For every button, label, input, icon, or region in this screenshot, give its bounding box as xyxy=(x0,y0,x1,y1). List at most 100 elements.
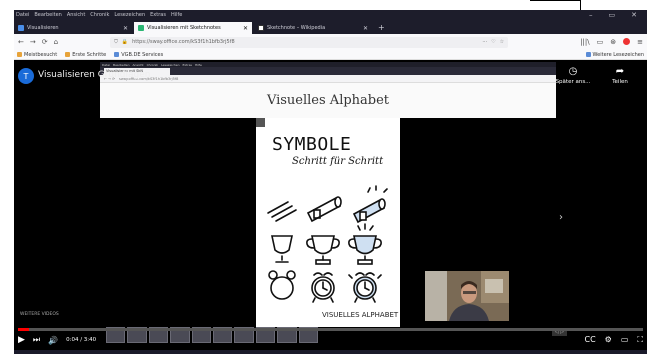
menu-item-file[interactable]: Datei xyxy=(16,12,29,18)
recorded-menu-item: Ansicht xyxy=(132,62,144,67)
recorded-menu-item: Bearbeiten xyxy=(113,62,130,67)
recorded-menu-item: Datei xyxy=(102,62,111,67)
recorded-menu-item: Hilfe xyxy=(194,62,202,67)
alarm-clock-sketch-1 xyxy=(268,270,296,300)
telescope-sketch-3 xyxy=(352,185,388,224)
folder-icon xyxy=(585,52,591,57)
tab-visualisieren[interactable]: Visualisieren ✕ xyxy=(14,22,132,34)
home-icon[interactable]: ⌂ xyxy=(54,38,58,46)
address-bar[interactable]: ⛉ 🔒 https://sway.office.com/kS3f1h1bfb3r… xyxy=(110,36,509,48)
recorded-menu-item: Extras xyxy=(182,62,192,67)
menu-icon[interactable]: ≡ xyxy=(637,38,643,46)
tab-bar: Visualisieren ✕ Visualisieren mit Sketch… xyxy=(14,20,647,34)
wikipedia-favicon-icon xyxy=(258,25,264,31)
maximize-button[interactable]: ▭ xyxy=(609,11,616,19)
clock-icon: ◷ xyxy=(568,66,578,77)
bookmark-first-steps[interactable]: Erste Schritte xyxy=(65,52,106,58)
share-icon: ➦ xyxy=(615,66,625,77)
menu-item-help[interactable]: Hilfe xyxy=(171,12,182,18)
tab-label: Sketchnote – Wikipedia xyxy=(267,25,326,31)
menu-item-edit[interactable]: Bearbeiten xyxy=(34,12,61,18)
recorded-menu-item: Lesezeichen xyxy=(161,62,180,67)
pocket-icon[interactable]: ♡ xyxy=(491,39,495,45)
progress-bar[interactable] xyxy=(18,328,643,331)
volume-icon[interactable]: 🔊 xyxy=(48,336,58,345)
presenter-video xyxy=(425,271,509,321)
extension-icon[interactable] xyxy=(623,38,631,45)
annotation-line xyxy=(580,0,581,10)
menu-item-view[interactable]: Ansicht xyxy=(67,12,85,18)
account-icon[interactable]: ⊛ xyxy=(610,38,616,46)
tab-wikipedia[interactable]: Sketchnote – Wikipedia ✕ xyxy=(254,22,372,34)
menu-item-bookmarks[interactable]: Lesezeichen xyxy=(114,12,145,18)
lock-icon: 🔒 xyxy=(121,39,129,45)
recorded-nav: ← → ⟳ sway.office.com/kS3f1h1bfb3rj5f8 xyxy=(100,75,556,83)
alarm-clock-sketch-3 xyxy=(348,272,382,303)
bookmark-label: Weitere Lesezeichen xyxy=(592,51,644,58)
library-icon[interactable]: |||\ xyxy=(580,38,589,46)
back-icon[interactable]: ← xyxy=(18,38,24,46)
watch-later-button[interactable]: ◷ Später ans... xyxy=(555,66,591,85)
tab-label: Visualisieren xyxy=(27,25,59,31)
close-tab-icon[interactable]: ✕ xyxy=(123,25,128,32)
tab-sketchnotes[interactable]: Visualisieren mit Sketchnotes ✕ xyxy=(134,22,252,34)
firefox-icon xyxy=(65,52,71,57)
recorded-browser: Datei Bearbeiten Ansicht Chronik Lesezei… xyxy=(100,62,556,118)
more-videos-label[interactable]: WEITERE VIDEOS xyxy=(20,312,59,317)
recorded-menu-item: Chronik xyxy=(146,62,159,67)
page-actions-icon[interactable]: ··· xyxy=(482,39,487,45)
alarm-clock-sketch-2 xyxy=(311,272,335,303)
sketch-drawings xyxy=(267,185,388,303)
sketchnote-slide: SYMBOLE Schritt für Schritt VISUELLES AL… xyxy=(256,118,400,327)
browser-menubar: Datei Bearbeiten Ansicht Chronik Lesezei… xyxy=(14,10,647,20)
slide-footer: VISUELLES ALPHABET xyxy=(322,311,399,319)
channel-avatar[interactable]: T xyxy=(18,68,34,84)
captions-button[interactable]: CC xyxy=(584,335,595,345)
os-taskbar xyxy=(14,350,647,354)
theater-mode-icon[interactable]: ▭ xyxy=(621,335,629,345)
close-tab-icon[interactable]: ✕ xyxy=(243,25,248,32)
bookmark-star-icon[interactable]: ☆ xyxy=(500,39,504,45)
reload-icon[interactable]: ⟳ xyxy=(42,38,48,46)
player-controls: ▶ ⏭ 🔊 0:04 / 3:40 CC ⚙ ▭ ⛶ xyxy=(18,332,643,348)
telescope-sketch-2 xyxy=(306,196,342,223)
webcam-overlay xyxy=(425,271,509,321)
new-tab-button[interactable]: + xyxy=(374,23,389,32)
sidebar-icon[interactable]: ▭ xyxy=(597,38,604,46)
next-video-chevron-icon[interactable]: › xyxy=(559,212,563,223)
settings-gear-icon[interactable]: ⚙ xyxy=(605,335,612,345)
video-title[interactable]: Visualisieren Grundlagen xyxy=(38,70,150,80)
bookmark-most-visited[interactable]: Meistbesucht xyxy=(17,52,57,58)
other-bookmarks[interactable]: Weitere Lesezeichen xyxy=(585,51,644,58)
bookmark-label: VGB.DE Services xyxy=(121,51,164,58)
tab-favicon-icon xyxy=(18,25,24,31)
forward-icon[interactable]: → xyxy=(30,38,36,46)
menu-item-tools[interactable]: Extras xyxy=(150,12,166,18)
tab-label: Visualisieren mit Sketchnotes xyxy=(147,25,221,31)
gear-icon xyxy=(17,52,22,57)
toolbar-icons: |||\ ▭ ⊛ ≡ xyxy=(580,38,643,46)
bookmark-vgb-services[interactable]: VGB.DE Services xyxy=(114,52,163,58)
time-display: 0:04 / 3:40 xyxy=(66,337,97,343)
bookmarks-bar: Meistbesucht Erste Schritte VGB.DE Servi… xyxy=(14,50,647,60)
navigation-bar: ← → ⟳ ⌂ ⛉ 🔒 https://sway.office.com/kS3f… xyxy=(14,34,647,50)
share-label: Teilen xyxy=(612,79,628,85)
menu-item-history[interactable]: Chronik xyxy=(90,12,109,18)
minimize-button[interactable]: – xyxy=(589,11,593,19)
annotation-line xyxy=(530,0,581,1)
trophy-sketch-1 xyxy=(271,235,293,263)
folder-icon xyxy=(114,52,120,57)
close-window-button[interactable]: ✕ xyxy=(631,11,637,19)
document-title: Visuelles Alphabet xyxy=(266,93,390,108)
video-player[interactable]: Datei Bearbeiten Ansicht Chronik Lesezei… xyxy=(14,60,647,350)
telescope-sketch-1 xyxy=(267,201,297,222)
play-button[interactable]: ▶ xyxy=(18,335,25,345)
fullscreen-icon[interactable]: ⛶ xyxy=(637,335,643,345)
recorded-tab-bar: Visualisieren mit SkN xyxy=(100,67,556,75)
bookmark-label: Erste Schritte xyxy=(72,51,107,58)
next-button[interactable]: ⏭ xyxy=(33,335,40,345)
close-tab-icon[interactable]: ✕ xyxy=(363,25,368,32)
share-button[interactable]: ➦ Teilen xyxy=(607,66,633,85)
bookmark-label: Meistbesucht xyxy=(24,51,58,58)
player-right-controls: CC ⚙ ▭ ⛶ xyxy=(584,335,643,345)
